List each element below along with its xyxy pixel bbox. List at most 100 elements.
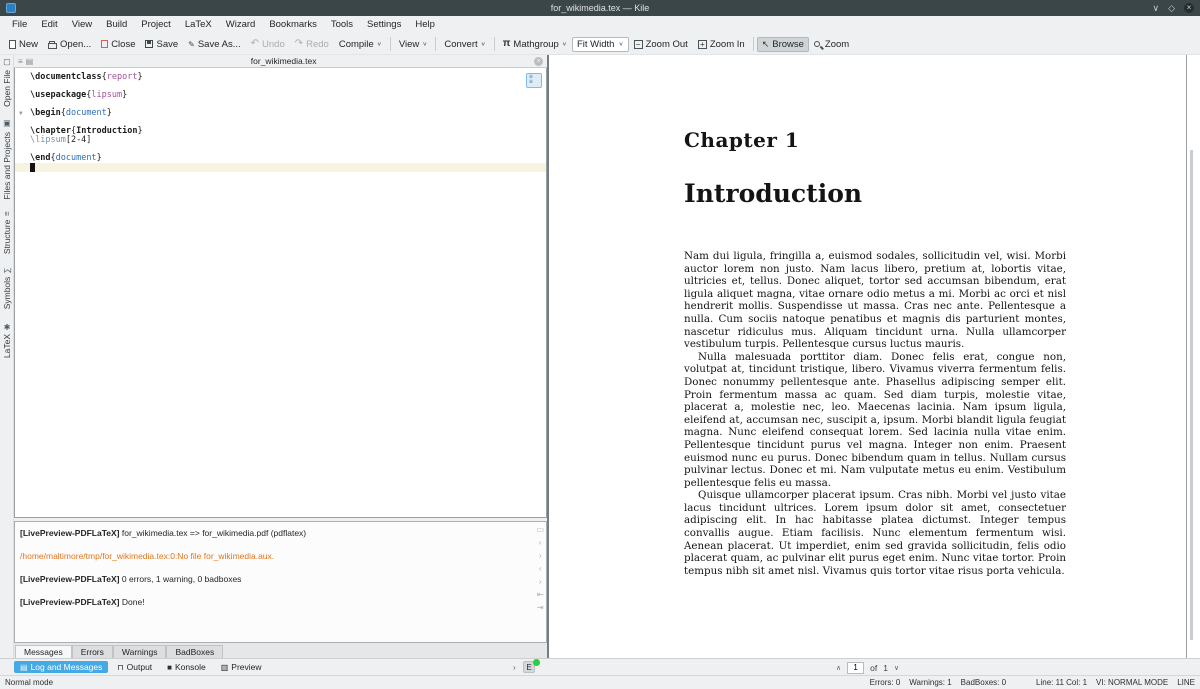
menu-edit[interactable]: Edit: [34, 16, 64, 34]
overflow-chevron-icon[interactable]: ›: [513, 663, 516, 672]
code-line[interactable]: \usepackage{lipsum}: [30, 91, 546, 100]
open-button[interactable]: Open...: [43, 37, 96, 52]
document-tab[interactable]: for_wikimedia.tex: [33, 56, 534, 66]
next-error-icon[interactable]: ›: [539, 578, 542, 586]
toolbar-separator: [390, 37, 391, 51]
zoom-in-button[interactable]: +Zoom In: [693, 37, 750, 52]
code-line[interactable]: \documentclass{report}: [30, 73, 546, 82]
page-number-input[interactable]: [847, 662, 864, 674]
close-icon[interactable]: ×: [1184, 3, 1194, 13]
browse-button[interactable]: ↖Browse: [757, 37, 809, 52]
tab-errors[interactable]: Errors: [72, 645, 113, 658]
preview-panel-icon: ▥: [221, 663, 229, 672]
sidebar-tab-structure[interactable]: Structure≡: [2, 212, 12, 254]
code-editor[interactable]: \documentclass{report} \usepackage{lipsum…: [14, 68, 547, 518]
menu-help[interactable]: Help: [408, 16, 442, 34]
zoom-tool-button[interactable]: Zoom: [809, 37, 854, 52]
mode-indicator: Normal mode: [5, 678, 53, 687]
first-item-icon[interactable]: ⇤: [537, 591, 544, 599]
pdf-page: Chapter 1 Introduction Nam dui ligula, f…: [549, 55, 1200, 577]
menu-project[interactable]: Project: [134, 16, 178, 34]
code-lines: \documentclass{report} \usepackage{lipsum…: [30, 73, 546, 172]
chevron-down-icon: ∨: [562, 41, 567, 47]
tab-close-icon[interactable]: ×: [534, 57, 543, 66]
page-up-icon[interactable]: ∧: [836, 664, 841, 672]
menu-wizard[interactable]: Wizard: [219, 16, 263, 34]
pdf-paragraph: Nam dui ligula, fringilla a, euismod sod…: [684, 250, 1066, 351]
close-button[interactable]: Close: [96, 37, 140, 52]
log-and-messages-toggle[interactable]: ▤Log and Messages: [14, 661, 108, 673]
previous-error-icon[interactable]: ‹: [539, 565, 542, 573]
toolbar-separator: [494, 37, 495, 51]
new-document-icon: [9, 40, 16, 49]
preview-scrollbar-thumb[interactable]: [1190, 150, 1193, 640]
pdf-section-heading: Introduction: [684, 179, 1066, 208]
konsole-toggle[interactable]: ■Konsole: [161, 661, 212, 673]
code-line[interactable]: \end{document}: [30, 154, 546, 163]
sidebar-tab-files-and-projects[interactable]: Files and Projects▣: [2, 120, 12, 200]
code-line[interactable]: \lipsum[2-4]: [30, 136, 546, 145]
menu-view[interactable]: View: [65, 16, 99, 34]
log-tabbar: Messages Errors Warnings BadBoxes: [14, 643, 547, 658]
redo-button[interactable]: ↷Redo: [290, 37, 334, 52]
page-down-icon[interactable]: ∨: [894, 664, 899, 672]
undo-icon: ↶: [251, 39, 259, 49]
save-button[interactable]: Save: [140, 37, 183, 52]
new-button[interactable]: New: [4, 37, 43, 52]
badboxes-count: BadBoxes: 0: [961, 678, 1006, 687]
menu-bookmarks[interactable]: Bookmarks: [262, 16, 324, 34]
fit-width-combobox[interactable]: Fit Width∨: [572, 37, 629, 52]
last-item-icon[interactable]: ⇥: [537, 604, 544, 612]
tab-warnings[interactable]: Warnings: [113, 645, 167, 658]
main-area: Open File▢ Files and Projects▣ Structure…: [0, 55, 1200, 658]
page-total: 1: [883, 663, 888, 673]
compile-dropdown[interactable]: Compile∨: [334, 37, 387, 52]
fold-marker-icon[interactable]: ▼: [19, 110, 23, 117]
open-file-icon: ▢: [2, 58, 11, 67]
open-folder-icon: [48, 43, 57, 49]
livepreview-status-dot: [533, 659, 540, 666]
save-as-button[interactable]: ✎Save As...: [183, 37, 245, 52]
sidebar-tab-open-file[interactable]: Open File▢: [2, 58, 12, 107]
minimize-icon[interactable]: ∨: [1152, 3, 1159, 14]
view-dropdown[interactable]: View∨: [394, 37, 433, 52]
editor-pane: ≡ ▤ for_wikimedia.tex × \documentclass{r…: [14, 55, 547, 658]
pdf-body-text: Nam dui ligula, fringilla a, euismod sod…: [684, 250, 1066, 577]
document-list-icon[interactable]: ≡: [18, 57, 23, 66]
code-line[interactable]: ▼\begin{document}: [30, 109, 546, 118]
warnings-count: Warnings: 1: [909, 678, 951, 687]
editor-scrollbar-minimap[interactable]: ≡≡: [526, 73, 542, 88]
document-grid-icon[interactable]: ▤: [26, 57, 34, 66]
log-copy-icon[interactable]: ▭: [536, 526, 544, 534]
preview-toggle[interactable]: ▥Preview: [215, 661, 268, 673]
konsole-icon: ■: [167, 663, 172, 672]
output-icon: ⊓: [117, 663, 123, 672]
menu-settings[interactable]: Settings: [360, 16, 408, 34]
output-toggle[interactable]: ⊓Output: [111, 661, 158, 673]
code-line[interactable]: [15, 163, 546, 172]
menu-build[interactable]: Build: [99, 16, 134, 34]
vi-mode-indicator: VI: NORMAL MODE: [1096, 678, 1168, 687]
code-line[interactable]: \chapter{Introduction}: [30, 127, 546, 136]
chevron-down-icon: ∨: [422, 41, 427, 47]
zoom-out-button[interactable]: −Zoom Out: [629, 37, 693, 52]
next-item-icon[interactable]: ›: [539, 552, 542, 560]
chevron-down-icon: ∨: [618, 41, 623, 47]
convert-dropdown[interactable]: Convert∨: [439, 37, 490, 52]
statusbar: Normal mode Errors: 0 Warnings: 1 BadBox…: [0, 675, 1200, 689]
magnifier-icon: [814, 41, 820, 47]
files-projects-icon: ▣: [2, 120, 11, 129]
sidebar-tab-latex[interactable]: LaTeX✱: [2, 322, 12, 358]
previous-item-icon[interactable]: ‹: [539, 539, 542, 547]
code-line[interactable]: [30, 145, 546, 154]
undo-button[interactable]: ↶Undo: [246, 37, 290, 52]
mathgroup-dropdown[interactable]: πMathgroup∨: [498, 37, 572, 52]
tab-badboxes[interactable]: BadBoxes: [166, 645, 223, 658]
zoom-in-icon: +: [698, 40, 707, 49]
maximize-icon[interactable]: ◇: [1168, 3, 1175, 14]
menu-tools[interactable]: Tools: [324, 16, 360, 34]
menu-latex[interactable]: LaTeX: [178, 16, 219, 34]
menu-file[interactable]: File: [5, 16, 34, 34]
sidebar-tab-symbols[interactable]: Symbols∑: [2, 268, 12, 309]
tab-messages[interactable]: Messages: [15, 645, 72, 658]
